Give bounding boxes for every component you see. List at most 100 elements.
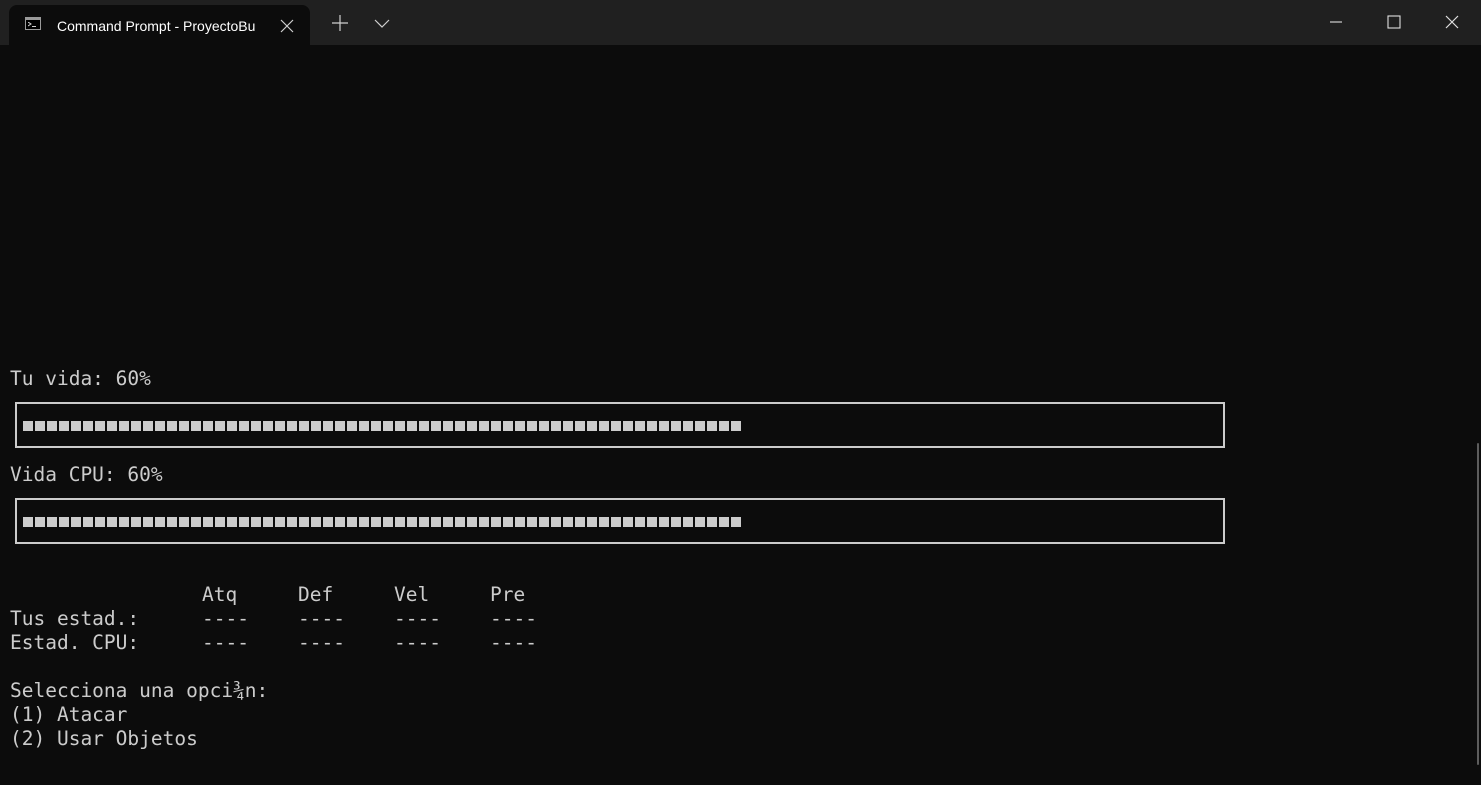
hp-block xyxy=(395,517,405,527)
hp-block xyxy=(239,517,249,527)
stat-value: ---- xyxy=(394,607,441,630)
hp-block xyxy=(479,517,489,527)
hp-block xyxy=(23,421,33,431)
hp-block xyxy=(155,421,165,431)
hp-block xyxy=(347,421,357,431)
hp-block xyxy=(167,517,177,527)
tab-close-icon[interactable] xyxy=(277,16,297,36)
hp-block xyxy=(59,421,69,431)
hp-block xyxy=(683,517,693,527)
hp-block xyxy=(431,517,441,527)
hp-block xyxy=(47,421,57,431)
scrollbar[interactable] xyxy=(1477,443,1479,765)
hp-block xyxy=(647,421,657,431)
hp-block xyxy=(251,517,261,527)
hp-block xyxy=(119,517,129,527)
hp-block xyxy=(551,517,561,527)
hp-block xyxy=(695,421,705,431)
menu-prompt: Selecciona una opci¾n: xyxy=(10,679,269,702)
hp-block xyxy=(227,421,237,431)
close-icon[interactable] xyxy=(1423,0,1481,45)
hp-block xyxy=(299,421,309,431)
hp-block xyxy=(119,421,129,431)
hp-block xyxy=(227,517,237,527)
hp-block xyxy=(275,517,285,527)
hp-block xyxy=(179,421,189,431)
hp-block xyxy=(563,517,573,527)
hp-block xyxy=(347,517,357,527)
hp-block xyxy=(407,517,417,527)
hp-block xyxy=(251,421,261,431)
hp-block xyxy=(107,517,117,527)
hp-block xyxy=(179,517,189,527)
stat-header-pre: Pre xyxy=(490,583,526,606)
hp-block xyxy=(191,517,201,527)
hp-block xyxy=(23,517,33,527)
hp-block xyxy=(359,421,369,431)
hp-block xyxy=(491,517,501,527)
hp-block xyxy=(515,421,525,431)
hp-block xyxy=(371,517,381,527)
player-hp-fill xyxy=(23,421,741,431)
hp-block xyxy=(311,517,321,527)
player-hp-bar xyxy=(15,402,1225,448)
hp-block xyxy=(419,517,429,527)
hp-block xyxy=(395,421,405,431)
hp-block xyxy=(671,421,681,431)
hp-block xyxy=(455,421,465,431)
new-tab-icon[interactable] xyxy=(329,12,351,34)
hp-block xyxy=(443,517,453,527)
tab-command-prompt[interactable]: Command Prompt - ProyectoBu xyxy=(9,5,310,45)
stat-header-vel: Vel xyxy=(394,583,430,606)
menu-option-attack: (1) Atacar xyxy=(10,703,128,726)
hp-block xyxy=(203,517,213,527)
title-bar: Command Prompt - ProyectoBu xyxy=(0,0,1481,45)
hp-block xyxy=(311,421,321,431)
minimize-icon[interactable] xyxy=(1307,0,1365,45)
hp-block xyxy=(299,517,309,527)
hp-block xyxy=(527,421,537,431)
hp-block xyxy=(623,517,633,527)
hp-block xyxy=(503,421,513,431)
menu-option-items: (2) Usar Objetos xyxy=(10,727,198,750)
stat-header-def: Def xyxy=(298,583,334,606)
hp-block xyxy=(659,517,669,527)
hp-block xyxy=(587,517,597,527)
player-hp-label: Tu vida: 60% xyxy=(10,367,151,390)
hp-block xyxy=(371,421,381,431)
hp-block xyxy=(599,421,609,431)
hp-block xyxy=(635,517,645,527)
hp-block xyxy=(575,517,585,527)
hp-block xyxy=(71,421,81,431)
hp-block xyxy=(539,421,549,431)
hp-block xyxy=(731,517,741,527)
hp-block xyxy=(263,517,273,527)
hp-block xyxy=(59,517,69,527)
hp-block xyxy=(323,421,333,431)
hp-block xyxy=(383,421,393,431)
dropdown-chevron-icon[interactable] xyxy=(371,12,393,34)
hp-block xyxy=(131,517,141,527)
hp-block xyxy=(275,421,285,431)
hp-block xyxy=(515,517,525,527)
stat-value: ---- xyxy=(394,631,441,654)
stat-row-label-player: Tus estad.: xyxy=(10,607,140,630)
hp-block xyxy=(107,421,117,431)
stat-value: ---- xyxy=(202,631,249,654)
hp-block xyxy=(731,421,741,431)
stat-value: ---- xyxy=(298,607,345,630)
hp-block xyxy=(407,421,417,431)
hp-block xyxy=(707,517,717,527)
hp-block xyxy=(467,421,477,431)
cmd-icon xyxy=(25,17,41,30)
hp-block xyxy=(503,517,513,527)
terminal-output[interactable]: Tu vida: 60% Vida CPU: 60% Atq Def Vel P… xyxy=(0,45,1481,785)
hp-block xyxy=(491,421,501,431)
hp-block xyxy=(539,517,549,527)
hp-block xyxy=(587,421,597,431)
hp-block xyxy=(335,421,345,431)
stat-value: ---- xyxy=(298,631,345,654)
hp-block xyxy=(419,421,429,431)
maximize-icon[interactable] xyxy=(1365,0,1423,45)
hp-block xyxy=(551,421,561,431)
